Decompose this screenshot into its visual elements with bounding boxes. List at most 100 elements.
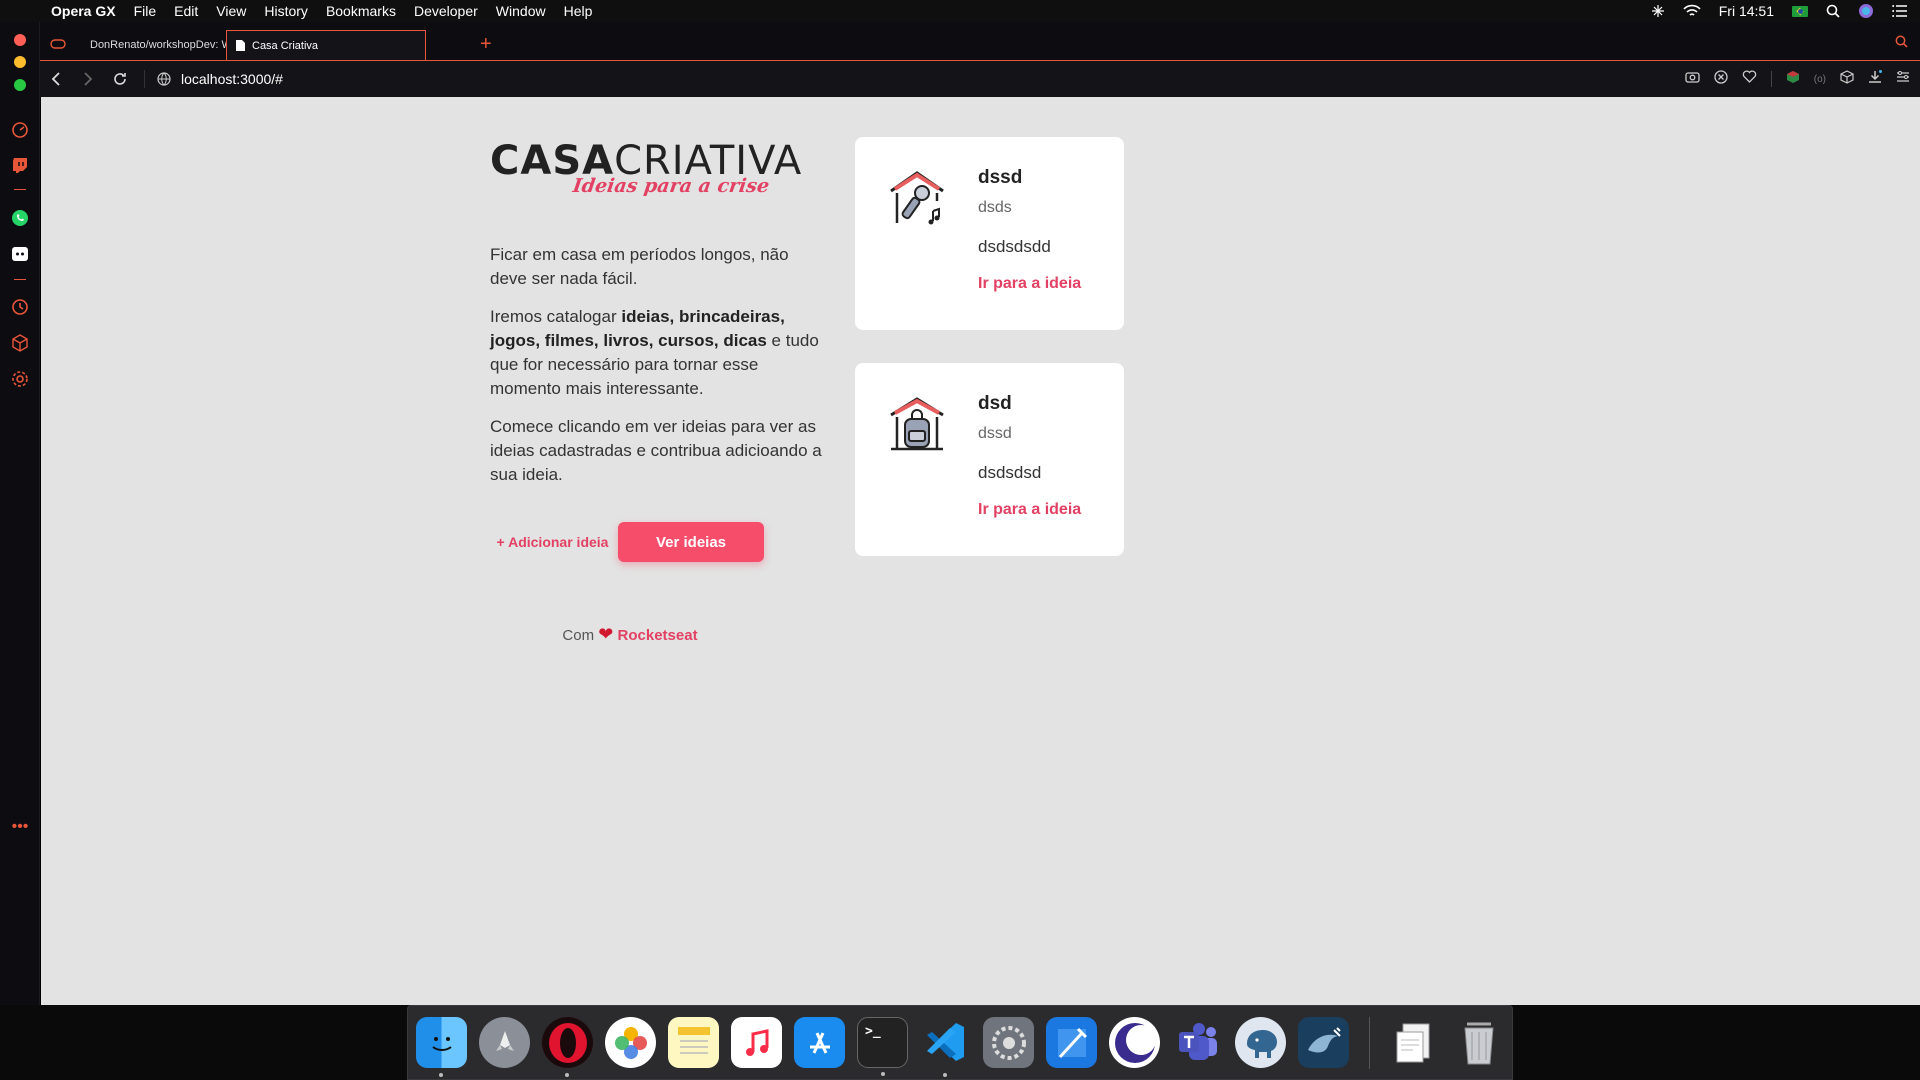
cube-extension-icon[interactable]: [1840, 69, 1854, 89]
forward-arrow-icon: [84, 72, 93, 86]
tab-label: DonRenato/workshopDev: Work: [90, 39, 226, 51]
new-tab-button[interactable]: +: [480, 34, 492, 54]
menu-edit[interactable]: Edit: [165, 3, 207, 19]
add-idea-button[interactable]: + Adicionar ideia: [490, 534, 615, 551]
idea-category: dssd: [978, 425, 1012, 442]
forward-button[interactable]: [72, 63, 104, 95]
history-icon[interactable]: [10, 297, 30, 317]
see-ideas-button[interactable]: Ver ideias: [618, 522, 764, 562]
notes-icon[interactable]: [668, 1017, 719, 1068]
snapshot-camera-icon[interactable]: [1685, 70, 1700, 88]
vpn-extension-icon[interactable]: (o): [1814, 74, 1826, 85]
notification-center-icon[interactable]: [1892, 5, 1908, 17]
heart-icon: ❤: [598, 624, 614, 644]
whatsapp-icon[interactable]: [10, 208, 30, 228]
toolbar-separator: [1770, 71, 1772, 87]
menu-history[interactable]: History: [255, 3, 317, 19]
opera-sidebar: •••: [0, 22, 40, 1005]
sidebar-separator: [14, 189, 26, 190]
mysql-workbench-icon[interactable]: [1298, 1017, 1349, 1068]
pdf-icon[interactable]: [1390, 1017, 1441, 1068]
rocketseat-link[interactable]: Rocketseat: [618, 627, 698, 644]
intro-section: CASACRIATIVA Ideias para a crise Ficar e…: [490, 139, 830, 645]
back-arrow-icon: [51, 72, 60, 86]
settings-gear-icon[interactable]: [10, 369, 30, 389]
more-options-icon[interactable]: •••: [10, 817, 30, 837]
karaoke-house-icon: [885, 167, 949, 231]
photos-icon[interactable]: [605, 1017, 656, 1068]
wifi-icon[interactable]: [1683, 4, 1701, 18]
trash-icon[interactable]: [1453, 1017, 1504, 1068]
idea-title: dssd: [978, 167, 1023, 188]
xcode-icon[interactable]: [1046, 1017, 1097, 1068]
tab-github[interactable]: DonRenato/workshopDev: Work: [76, 30, 226, 60]
back-button[interactable]: [40, 63, 72, 95]
system-preferences-icon[interactable]: [983, 1017, 1034, 1068]
backpack-house-icon: [885, 393, 949, 457]
postgres-icon[interactable]: [1235, 1017, 1286, 1068]
reload-button[interactable]: [104, 63, 136, 95]
gx-gamepad-icon[interactable]: [48, 34, 68, 54]
opera-icon[interactable]: [542, 1017, 593, 1077]
menu-window[interactable]: Window: [487, 3, 555, 19]
menu-view[interactable]: View: [207, 3, 255, 19]
intro-paragraph-1: Ficar em casa em períodos longos, não de…: [490, 245, 789, 288]
tab-search-icon[interactable]: [1895, 35, 1908, 53]
twitch-icon[interactable]: [10, 155, 30, 175]
vscode-icon[interactable]: [920, 1017, 971, 1077]
idea-category: dsds: [978, 199, 1012, 216]
reload-icon: [114, 73, 126, 85]
spotlight-icon[interactable]: [1826, 4, 1840, 18]
discord-icon[interactable]: [10, 244, 30, 264]
url-text: localhost:3000/#: [181, 71, 283, 87]
gx-cube-extension-icon[interactable]: [1786, 70, 1800, 89]
launchpad-icon[interactable]: [479, 1017, 530, 1068]
downloads-icon[interactable]: [1868, 69, 1882, 89]
clock[interactable]: Fri 14:51: [1719, 3, 1774, 19]
dock-separator: [1369, 1016, 1370, 1069]
page-viewport: CASACRIATIVA Ideias para a crise Ficar e…: [41, 97, 1920, 1005]
idea-description: dsdsdsdd: [978, 237, 1051, 256]
url-field[interactable]: localhost:3000/#: [144, 70, 283, 88]
gx-control-icon[interactable]: [10, 120, 30, 140]
adblock-icon[interactable]: [1714, 69, 1728, 89]
sidebar-separator: [14, 279, 26, 280]
address-bar: localhost:3000/# (o): [40, 60, 1920, 97]
menu-bar: Opera GX File Edit View History Bookmark…: [0, 0, 1920, 22]
brazil-flag-icon[interactable]: [1792, 5, 1808, 17]
easy-setup-icon[interactable]: [1896, 70, 1910, 88]
maximize-window-button[interactable]: [14, 79, 26, 91]
app-store-icon[interactable]: [794, 1017, 845, 1068]
menu-app-name[interactable]: Opera GX: [42, 3, 125, 19]
menu-help[interactable]: Help: [555, 3, 602, 19]
casa-criativa-logo[interactable]: CASACRIATIVA Ideias para a crise: [490, 139, 830, 209]
menu-file[interactable]: File: [125, 3, 166, 19]
tab-label: Casa Criativa: [252, 39, 319, 52]
eclipse-icon[interactable]: [1109, 1017, 1160, 1068]
tab-bar: DonRenato/workshopDev: Work Casa Criativ…: [40, 22, 1920, 60]
idea-card: dsd dssd dsdsdsd Ir para a ideia: [855, 363, 1124, 556]
dock-area: >_: [0, 1005, 1920, 1080]
idea-description: dsdsdsd: [978, 463, 1042, 482]
extensions-cube-icon[interactable]: [10, 333, 30, 353]
network-activity-icon[interactable]: [1651, 4, 1665, 18]
siri-icon[interactable]: [1858, 3, 1874, 19]
go-to-idea-link[interactable]: Ir para a ideia: [978, 501, 1081, 519]
close-window-button[interactable]: [14, 34, 26, 46]
address-bar-actions: (o): [1685, 69, 1920, 89]
go-to-idea-link[interactable]: Ir para a ideia: [978, 275, 1081, 293]
logo-tagline: Ideias para a crise: [571, 175, 771, 197]
action-buttons: + Adicionar ideia Ver ideias: [490, 522, 830, 562]
music-icon[interactable]: [731, 1017, 782, 1068]
minimize-window-button[interactable]: [14, 56, 26, 68]
bookmark-heart-icon[interactable]: [1742, 70, 1757, 88]
teams-icon[interactable]: [1172, 1017, 1223, 1068]
finder-icon[interactable]: [416, 1017, 467, 1077]
dock: >_: [407, 1005, 1513, 1080]
idea-title: dsd: [978, 393, 1012, 414]
terminal-icon[interactable]: >_: [857, 1017, 908, 1076]
menu-developer[interactable]: Developer: [405, 3, 487, 19]
menu-bookmarks[interactable]: Bookmarks: [317, 3, 405, 19]
idea-card-content: dssd dsds dsdsdsdd Ir para a ideia: [978, 167, 1081, 293]
tab-casa-criativa[interactable]: Casa Criativa: [226, 30, 426, 60]
